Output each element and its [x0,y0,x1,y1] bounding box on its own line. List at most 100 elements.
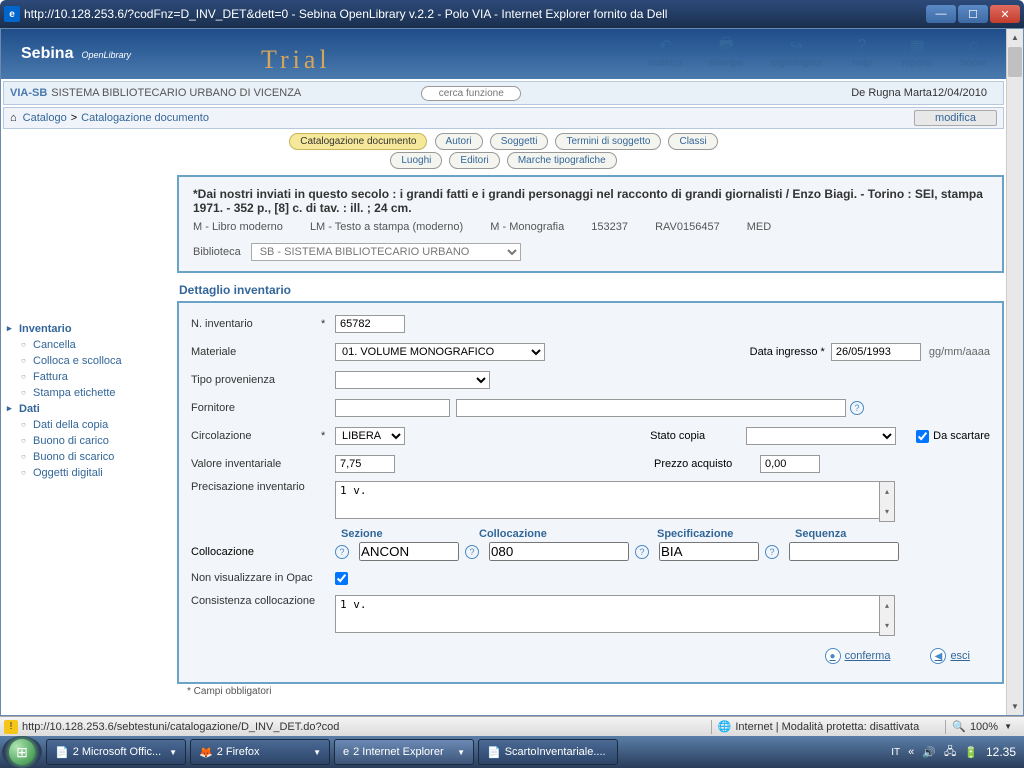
tray-power-icon[interactable]: 🔋 [964,746,978,759]
n-inventario-input[interactable] [335,315,405,333]
clock[interactable]: 12.35 [986,745,1016,759]
tab-marche[interactable]: Marche tipografiche [507,152,617,169]
window-title: http://10.128.253.6/?codFnz=D_INV_DET&de… [24,7,926,21]
fornitore-code-input[interactable] [335,399,450,417]
record-title: *Dai nostri inviati in questo secolo : i… [193,187,988,215]
sezione-help-icon[interactable]: ? [465,545,479,559]
window-minimize-button[interactable]: — [926,5,956,23]
zoom-icon[interactable]: 🔍 [952,720,966,733]
tray-volume-icon[interactable]: 🔊 [922,746,936,759]
sequenza-input[interactable] [789,542,899,561]
sidebar-item-cancella[interactable]: Cancella [7,337,169,353]
collocazione-header: Collocazione [479,528,647,540]
tipo-provenienza-select[interactable] [335,371,490,389]
valore-inventariale-input[interactable] [335,455,395,473]
login-button[interactable]: ↪login/logout [771,34,822,69]
biblioteca-label: Biblioteca [193,246,241,258]
search-function-input[interactable] [421,86,521,101]
precisazione-textarea[interactable]: 1 v. [335,481,895,519]
reports-button[interactable]: ▦reports [902,34,933,69]
record-meta-med: MED [747,221,771,233]
vertical-scrollbar[interactable]: ▲ ▼ [1006,29,1023,715]
sidebar-item-colloca[interactable]: Colloca e scolloca [7,353,169,369]
document-icon: 📄 [487,746,501,759]
back-button[interactable]: ↶indietro [649,34,682,69]
detail-heading: Dettaglio inventario [177,279,1004,301]
tab-soggetti[interactable]: Soggetti [490,133,549,150]
esci-button[interactable]: ◀esci [930,648,970,664]
materiale-select[interactable]: 01. VOLUME MONOGRAFICO [335,343,545,361]
scrollbar-arrow-up-icon[interactable]: ▲ [1007,29,1023,46]
collocazione-label: Collocazione [191,546,321,558]
conferma-button[interactable]: ●conferma [825,648,891,664]
warning-icon: ! [4,720,18,734]
specificazione-input[interactable] [659,542,759,561]
fornitore-help-icon[interactable]: ? [850,401,864,415]
data-ingresso-label: Data ingresso * [715,346,825,358]
tabs-row-2: Luoghi Editori Marche tipografiche [1,152,1006,173]
taskbar-item-ie[interactable]: e2 Internet Explorer▼ [334,739,474,765]
sezione-input[interactable] [359,542,459,561]
prezzo-acquisto-input[interactable] [760,455,820,473]
modifica-button[interactable]: modifica [914,110,997,126]
sidebar-item-oggetti-digitali[interactable]: Oggetti digitali [7,465,169,481]
sidebar-item-dati-copia[interactable]: Dati della copia [7,417,169,433]
tray-network-icon[interactable]: 🖧 [944,743,956,762]
consistenza-textarea[interactable]: 1 v. [335,595,895,633]
tab-autori[interactable]: Autori [435,133,483,150]
specificazione-help-icon[interactable]: ? [765,545,779,559]
record-meta-id1: 153237 [591,221,628,233]
status-url: http://10.128.253.6/sebtestuni/catalogaz… [22,721,705,733]
tab-luoghi[interactable]: Luoghi [390,152,442,169]
consistenza-spinner[interactable]: ▴▾ [879,595,895,636]
scrollbar-arrow-down-icon[interactable]: ▼ [1007,698,1023,715]
tray-chevron-icon[interactable]: « [908,746,914,758]
tab-catalogazione[interactable]: Catalogazione documento [289,133,427,150]
window-close-button[interactable]: ✕ [990,5,1020,23]
tab-editori[interactable]: Editori [449,152,499,169]
breadcrumb-item-catalogo[interactable]: Catalogo [23,112,67,124]
circolazione-select[interactable]: LIBERA [335,427,405,445]
collocazione-input[interactable] [489,542,629,561]
scrollbar-thumb[interactable] [1008,47,1022,77]
system-tray: IT « 🔊 🖧 🔋 12.35 [883,743,1024,762]
breadcrumb-item-catalogazione[interactable]: Catalogazione documento [81,112,209,124]
precisazione-spinner[interactable]: ▴▾ [879,481,895,522]
sidebar-item-stampa-etichette[interactable]: Stampa etichette [7,385,169,401]
biblioteca-select[interactable]: SB - SISTEMA BIBLIOTECARIO URBANO [251,243,521,261]
record-meta-lm: LM - Testo a stampa (moderno) [310,221,463,233]
home-button[interactable]: ⌂home [961,34,986,69]
help-button[interactable]: ?help [850,34,874,69]
sidebar-heading-dati[interactable]: Dati [7,401,169,417]
sidebar-item-buono-carico[interactable]: Buono di carico [7,433,169,449]
taskbar: ⊞ 📄2 Microsoft Offic...▼ 🦊2 Firefox▼ e2 … [0,736,1024,768]
browser-viewport: Sebina OpenLibrary Trial ↶indietro 🖶stam… [0,28,1024,716]
stato-copia-label: Stato copia [650,430,740,442]
start-button[interactable]: ⊞ [2,736,42,768]
info-bar: VIA-SB SISTEMA BIBLIOTECARIO URBANO DI V… [3,81,1004,105]
sidebar-item-fattura[interactable]: Fattura [7,369,169,385]
da-scartare-checkbox[interactable] [916,430,929,443]
circolazione-label: Circolazione [191,430,321,442]
taskbar-item-office[interactable]: 📄2 Microsoft Offic...▼ [46,739,186,765]
fornitore-name-input[interactable] [456,399,846,417]
tab-termini[interactable]: Termini di soggetto [555,133,661,150]
tab-classi[interactable]: Classi [668,133,717,150]
breadcrumb-home-icon[interactable]: ⌂ [10,112,17,124]
print-button[interactable]: 🖶stampa [710,34,743,69]
non-opac-checkbox[interactable] [335,572,348,585]
language-indicator[interactable]: IT [891,747,900,758]
sidebar-item-buono-scarico[interactable]: Buono di scarico [7,449,169,465]
collocazione-help-icon[interactable]: ? [335,545,349,559]
collocazione-field-help-icon[interactable]: ? [635,545,649,559]
record-meta-m: M - Libro moderno [193,221,283,233]
taskbar-item-firefox[interactable]: 🦊2 Firefox▼ [190,739,330,765]
reports-icon: ▦ [905,34,929,58]
zoom-dropdown-icon[interactable]: ▼ [1004,722,1012,731]
data-ingresso-input[interactable] [831,343,921,361]
app-sublogo: OpenLibrary [82,50,132,60]
stato-copia-select[interactable] [746,427,896,445]
window-maximize-button[interactable]: ☐ [958,5,988,23]
sidebar-heading-inventario[interactable]: Inventario [7,321,169,337]
taskbar-item-scarto[interactable]: 📄ScartoInventariale.... [478,739,618,765]
